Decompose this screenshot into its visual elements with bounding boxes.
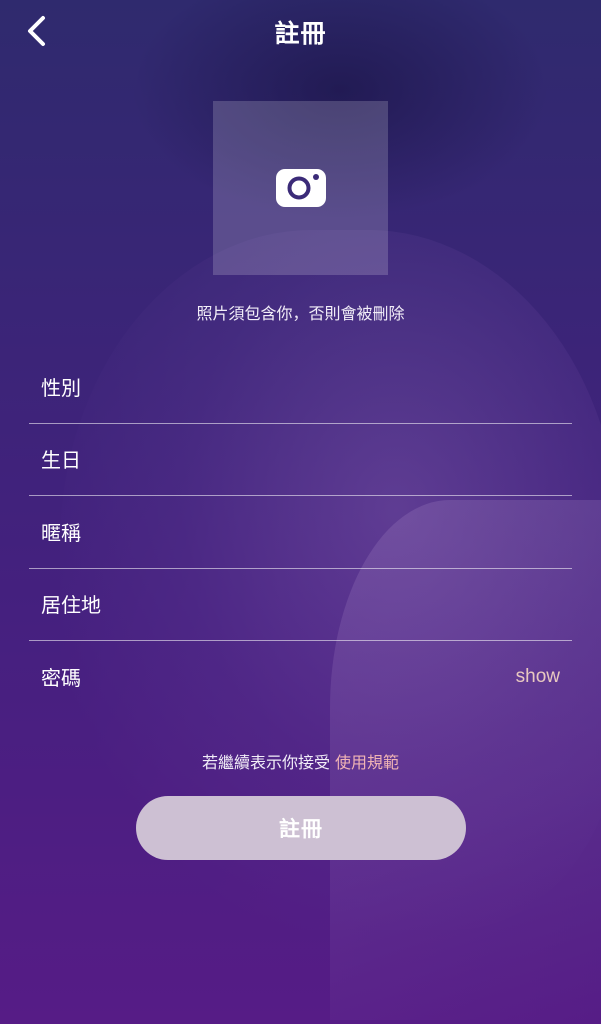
gender-field[interactable]: 性別 <box>29 352 572 424</box>
terms-prefix: 若繼續表示你接受 <box>201 753 336 772</box>
camera-icon <box>275 169 326 207</box>
header: 註冊 <box>0 0 601 62</box>
nickname-label: 暱稱 <box>41 521 81 545</box>
password-field[interactable]: 密碼 show <box>29 642 572 714</box>
terms-text: 若繼續表示你接受 使用規範 <box>0 749 601 773</box>
show-password-button[interactable]: show <box>516 666 560 688</box>
password-label: 密碼 <box>41 666 81 690</box>
nickname-field[interactable]: 暱稱 <box>29 497 572 569</box>
page-title: 註冊 <box>274 19 327 48</box>
birthday-label: 生日 <box>41 448 81 472</box>
register-button[interactable]: 註冊 <box>136 796 466 860</box>
gender-label: 性別 <box>41 376 81 400</box>
location-field[interactable]: 居住地 <box>29 569 572 641</box>
photo-hint: 照片須包含你，否則會被刪除 <box>196 304 405 323</box>
birthday-field[interactable]: 生日 <box>29 424 572 496</box>
terms-link[interactable]: 使用規範 <box>335 753 399 772</box>
photo-upload-button[interactable] <box>213 101 388 275</box>
location-label: 居住地 <box>41 593 101 617</box>
